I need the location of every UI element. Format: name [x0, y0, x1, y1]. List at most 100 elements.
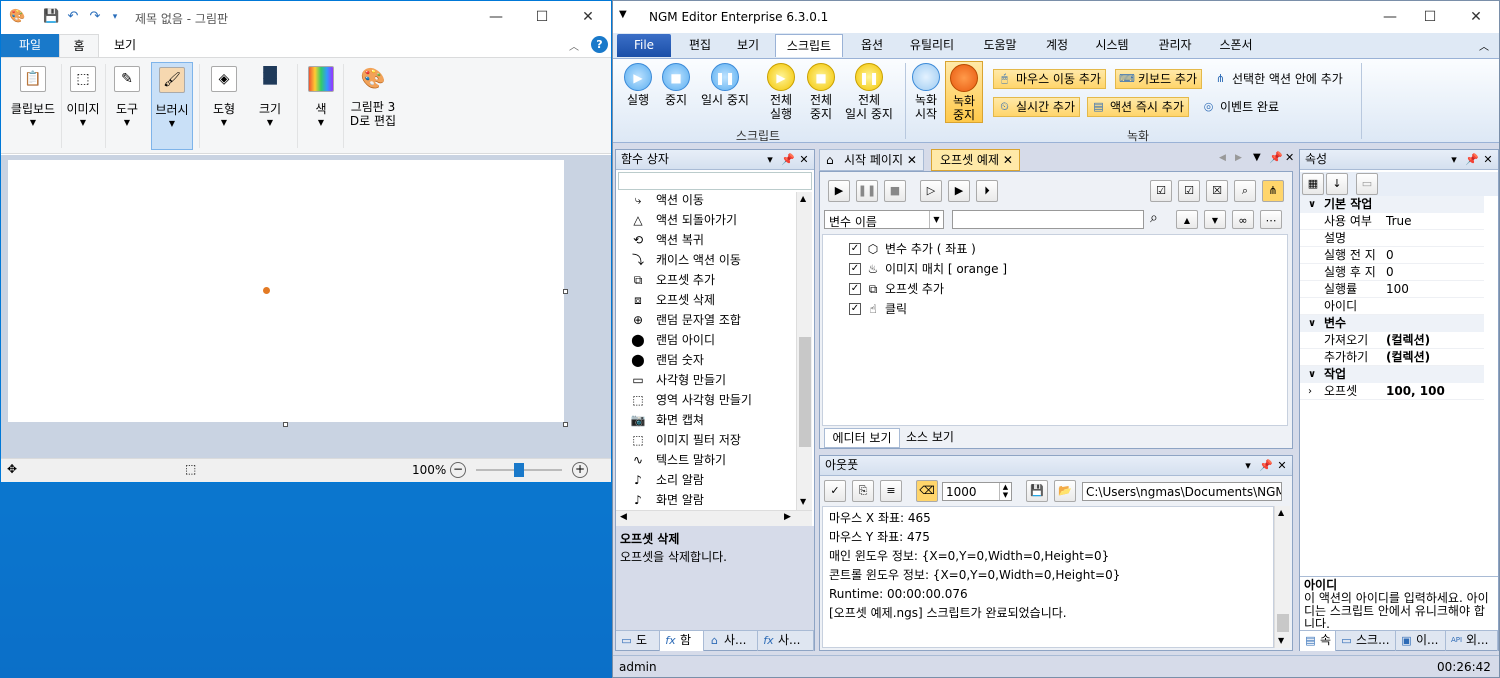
tree-item-checkbox[interactable]: ✓ — [849, 283, 861, 295]
resize-handle[interactable] — [283, 422, 288, 427]
add-mouse-move-button[interactable]: 🖱 마우스 이동 추가 — [993, 69, 1106, 89]
zoom-out-button[interactable]: − — [450, 462, 466, 478]
pin-icon[interactable]: 📌 — [1269, 151, 1283, 164]
tools-group[interactable]: ✎ 도구 ▼ — [107, 62, 147, 150]
help-icon[interactable]: ? — [591, 36, 608, 53]
function-item[interactable]: ⧉ 오프셋 추가 — [634, 270, 715, 290]
prop-add[interactable]: 추가하기 (컬렉션) — [1300, 349, 1484, 366]
category-basic[interactable]: ∨ 기본 작업 — [1300, 196, 1484, 213]
list-icon[interactable]: ≡ — [880, 480, 902, 502]
minimize-button[interactable]: — — [473, 1, 519, 33]
function-hscrollbar[interactable]: ◀ ▶ — [616, 510, 812, 526]
menu-file[interactable]: File — [617, 34, 671, 57]
output-path-input[interactable]: C:\Users\ngmas\Documents\NGM6\ — [1082, 482, 1282, 501]
function-item[interactable]: ∿ 텍스트 말하기 — [633, 450, 726, 470]
scroll-right-icon[interactable]: ▶ — [784, 512, 791, 522]
menu-edit[interactable]: 편집 — [679, 34, 721, 57]
pause-all-button[interactable]: ❚❚ 전체 일시 중지 — [841, 63, 897, 121]
step-icon[interactable]: ▷ — [920, 180, 942, 202]
output-scrollbar[interactable]: ▲ ▼ — [1274, 506, 1290, 648]
run-button[interactable]: ▶ 실행 — [621, 63, 655, 107]
tab-image[interactable]: ▣ 이... — [1396, 631, 1446, 651]
prop-before[interactable]: 실행 전 지 0 — [1300, 247, 1484, 264]
copy-icon[interactable]: ⎘ — [852, 480, 874, 502]
drawing-canvas[interactable] — [8, 160, 564, 422]
check-all-icon[interactable]: ☑ — [1150, 180, 1172, 202]
run-selected-icon[interactable]: ▶ — [948, 180, 970, 202]
tab-view[interactable]: 보기 — [105, 34, 145, 57]
scroll-up-icon[interactable]: ▲ — [1278, 508, 1284, 517]
scroll-left-icon[interactable]: ◀ — [620, 512, 627, 522]
menu-account[interactable]: 계정 — [1037, 34, 1077, 57]
prop-desc[interactable]: 설명 — [1300, 230, 1484, 247]
menu-sponsor[interactable]: 스폰서 — [1211, 34, 1261, 57]
dropdown-icon[interactable]: ▾ — [1446, 150, 1462, 169]
tab-user-functions[interactable]: fx 사... — [758, 631, 814, 651]
add-realtime-button[interactable]: ⏲ 실시간 추가 — [993, 97, 1081, 117]
prop-rate[interactable]: 실행률 100 — [1300, 281, 1484, 298]
close-button[interactable]: ✕ — [1453, 1, 1499, 33]
prop-after[interactable]: 실행 후 지 0 — [1300, 264, 1484, 281]
tree-item-checkbox[interactable]: ✓ — [849, 303, 861, 315]
function-item[interactable]: ⬚ 영역 사각형 만들기 — [632, 390, 752, 410]
tree-item-checkbox[interactable]: ✓ — [849, 243, 861, 255]
tab-home[interactable]: 홈 — [59, 34, 99, 57]
redo-icon[interactable]: ↷ — [87, 9, 103, 25]
tab-user[interactable]: ⌂ 사... — [704, 631, 758, 651]
resize-handle[interactable] — [563, 289, 568, 294]
scroll-up-icon[interactable]: ▲ — [800, 194, 806, 203]
tab-scroll-left-icon[interactable]: ◀ — [1219, 153, 1226, 163]
variable-select[interactable]: 변수 이름 ▼ — [824, 210, 944, 229]
zoom-in-button[interactable]: + — [572, 462, 588, 478]
function-item[interactable]: △ 액션 되돌아가기 — [633, 210, 737, 230]
function-item[interactable]: ⤵ 캐이스 액션 이동 — [632, 250, 741, 270]
collapse-ribbon-icon[interactable]: ︿ — [1479, 38, 1489, 53]
add-action-now-button[interactable]: ▤ 액션 즉시 추가 — [1087, 97, 1189, 117]
menu-script[interactable]: 스크립트 — [775, 34, 843, 57]
pause-icon[interactable]: ❚❚ — [856, 180, 878, 202]
menu-view[interactable]: 보기 — [727, 34, 769, 57]
function-item[interactable]: ⤷ 액션 이동 — [635, 190, 704, 210]
add-keyboard-button[interactable]: ⌨ 키보드 추가 — [1115, 69, 1203, 89]
scroll-down-icon[interactable]: ▼ — [800, 497, 806, 506]
menu-admin[interactable]: 관리자 — [1149, 34, 1201, 57]
collapse-ribbon-icon[interactable]: ︿ — [569, 38, 579, 53]
prop-get[interactable]: 가져오기 (컬렉션) — [1300, 332, 1484, 349]
expand-icon[interactable]: › — [1308, 383, 1312, 400]
close-icon[interactable]: ✕ — [1003, 153, 1013, 167]
property-pages-icon[interactable]: ▭ — [1356, 173, 1378, 195]
system-menu-icon[interactable]: ▼ — [619, 9, 627, 20]
function-item[interactable]: ♪ 화면 알람 — [634, 490, 704, 510]
run-all-button[interactable]: ▶ 전체 실행 — [763, 63, 799, 121]
color-group[interactable]: 색 ▼ — [301, 62, 341, 150]
prev-icon[interactable]: ▲ — [1176, 210, 1198, 229]
check-icon[interactable]: ☑ — [1178, 180, 1200, 202]
record-start-button[interactable]: 녹화 시작 — [909, 63, 943, 121]
chevron-down-icon[interactable]: ▼ — [929, 211, 943, 228]
prop-offset[interactable]: › 오프셋 100, 100 — [1300, 383, 1484, 400]
pin-icon[interactable]: 📌 — [780, 150, 796, 169]
add-in-selected-button[interactable]: ⋔ 선택한 액션 안에 추가 — [1209, 69, 1348, 89]
zoom-slider[interactable] — [476, 463, 562, 477]
image-group[interactable]: ⬚ 이미지 ▼ — [63, 62, 103, 150]
menu-options[interactable]: 옵션 — [849, 34, 895, 57]
variable-search-input[interactable] — [952, 210, 1144, 229]
tree-view-icon[interactable]: ⋔ — [1262, 180, 1284, 202]
function-item[interactable]: ⟲ 액션 복귀 — [633, 230, 704, 250]
scroll-thumb[interactable] — [799, 337, 811, 447]
eraser-icon[interactable]: ⌫ — [916, 480, 938, 502]
resize-handle[interactable] — [563, 422, 568, 427]
tab-source-view[interactable]: 소스 보기 — [900, 428, 960, 448]
clear-icon[interactable]: ✓ — [824, 480, 846, 502]
menu-help[interactable]: 도움말 — [975, 34, 1025, 57]
maximize-button[interactable]: ☐ — [1407, 1, 1453, 33]
zoom-slider-thumb[interactable] — [514, 463, 524, 477]
function-item[interactable]: 📷 화면 캡쳐 — [631, 410, 704, 430]
close-icon[interactable]: ✕ — [796, 150, 812, 169]
stop-all-button[interactable]: ■ 전체 중지 — [803, 63, 839, 121]
run-from-icon[interactable]: ⏵ — [976, 180, 998, 202]
brush-group[interactable]: 🖌 브러시 ▼ — [151, 62, 193, 150]
uncheck-icon[interactable]: ☒ — [1206, 180, 1228, 202]
search-icon[interactable]: ⌕ — [1150, 210, 1158, 226]
function-search-input[interactable] — [618, 172, 812, 190]
